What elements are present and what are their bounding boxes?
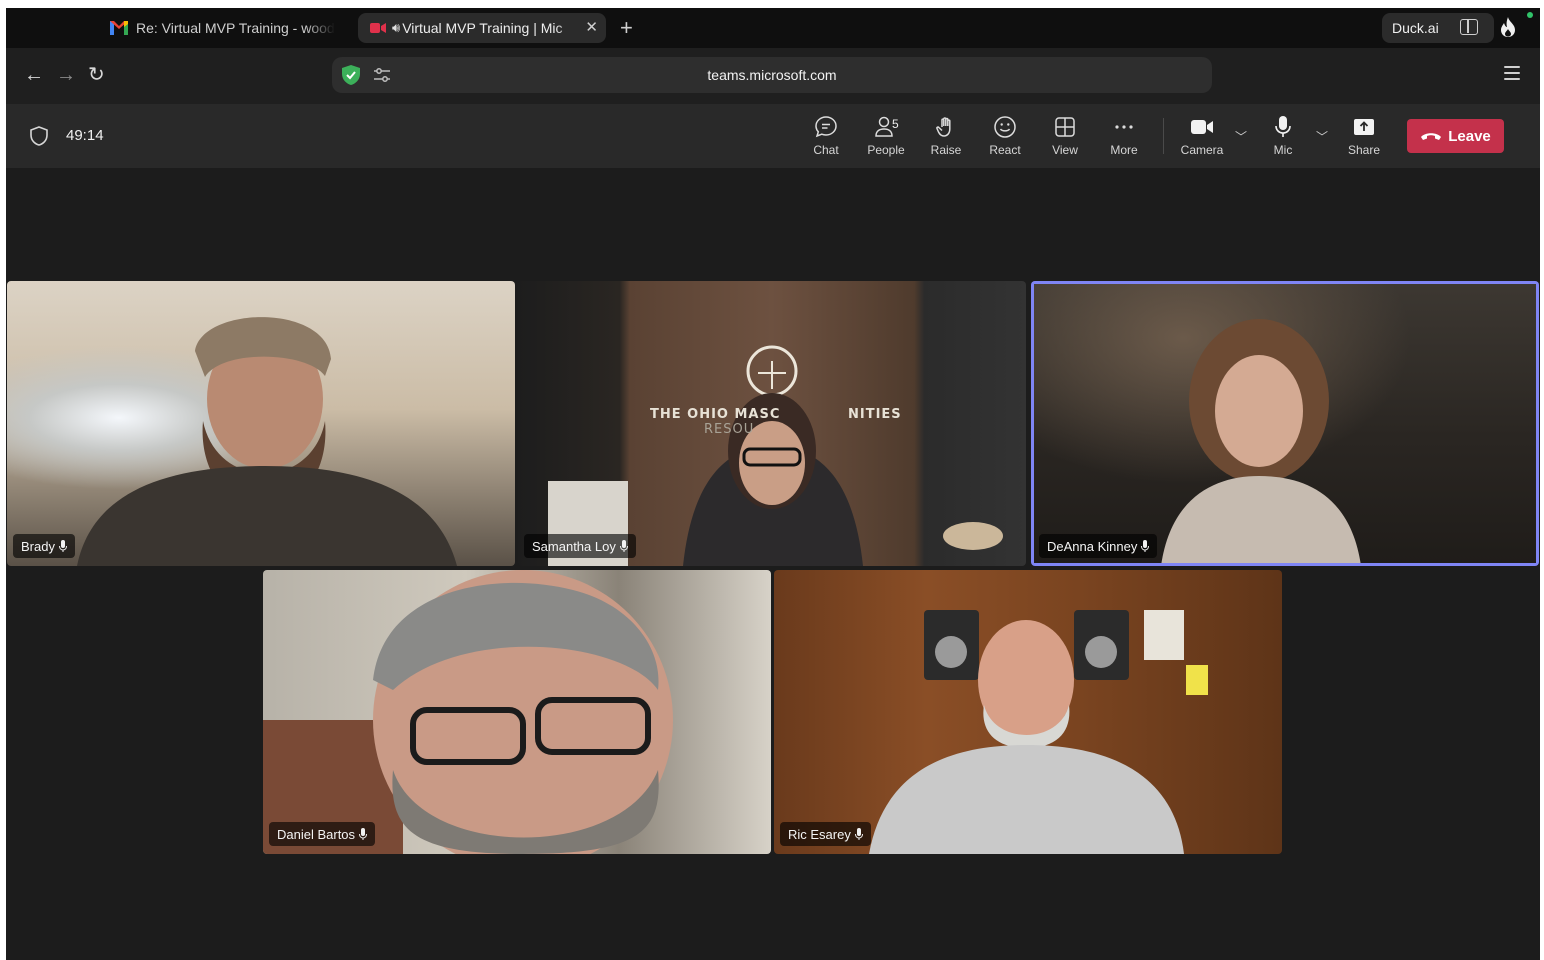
background-text: RESOU bbox=[704, 422, 755, 437]
chat-icon bbox=[815, 116, 837, 138]
participant-silhouette bbox=[77, 317, 457, 566]
address-bar[interactable]: teams.microsoft.com bbox=[332, 57, 1212, 93]
leave-button[interactable]: Leave bbox=[1407, 119, 1504, 153]
more-button[interactable]: More bbox=[1094, 115, 1154, 157]
url-text: teams.microsoft.com bbox=[707, 67, 837, 83]
people-count-badge: 5 bbox=[892, 117, 899, 131]
raise-label: Raise bbox=[930, 143, 962, 157]
react-label: React bbox=[989, 143, 1021, 157]
camera-options-chevron-icon[interactable]: ﹀ bbox=[1235, 128, 1247, 145]
raise-hand-icon bbox=[936, 117, 951, 137]
tab-gmail[interactable]: Re: Virtual MVP Training - wood bbox=[110, 13, 346, 43]
forward-arrow-icon[interactable]: → bbox=[56, 64, 76, 86]
tab-title: Re: Virtual MVP Training - wood bbox=[136, 20, 335, 36]
participant-tile-ric-esarey[interactable]: Ric Esarey bbox=[774, 570, 1282, 854]
status-dot bbox=[1527, 12, 1533, 18]
microphone-icon bbox=[1275, 116, 1291, 137]
video-camera-icon bbox=[370, 23, 386, 33]
participant-name: DeAnna Kinney bbox=[1047, 538, 1138, 554]
fire-icon[interactable] bbox=[1500, 17, 1516, 37]
back-arrow-icon[interactable]: ← bbox=[24, 64, 44, 86]
tab-strip: Re: Virtual MVP Training - wood 🔊︎ Virtu… bbox=[6, 8, 1540, 48]
share-button[interactable]: Share bbox=[1334, 115, 1394, 157]
gmail-icon bbox=[110, 21, 128, 35]
participant-name-tag: Samantha Loy bbox=[524, 534, 636, 558]
meeting-toolbar: 49:14 Chat 5 People Raise React View Mor… bbox=[6, 104, 1540, 168]
participant-name: Samantha Loy bbox=[532, 538, 616, 554]
camera-label: Camera bbox=[1180, 143, 1224, 157]
people-button[interactable]: 5 People bbox=[856, 115, 916, 157]
people-label: People bbox=[867, 143, 905, 157]
navigation-bar: ← → ↻ teams.microsoft.com bbox=[6, 48, 1540, 104]
phone-hangup-icon bbox=[1421, 133, 1442, 140]
microphone-icon bbox=[854, 828, 863, 840]
duck-ai-label: Duck.ai bbox=[1392, 20, 1439, 36]
tab-teams-meeting[interactable]: 🔊︎ Virtual MVP Training | Mic ✕ bbox=[358, 13, 606, 43]
reload-icon[interactable]: ↻ bbox=[88, 64, 105, 86]
shield-icon[interactable] bbox=[30, 126, 48, 146]
more-dots-icon bbox=[1115, 125, 1133, 129]
new-tab-button[interactable]: + bbox=[620, 15, 633, 41]
mic-options-chevron-icon[interactable]: ﹀ bbox=[1316, 128, 1328, 145]
meeting-timer: 49:14 bbox=[66, 127, 104, 144]
mic-label: Mic bbox=[1273, 143, 1293, 157]
sidebar-toggle-icon[interactable] bbox=[1460, 19, 1478, 35]
participant-tile-deanna-kinney[interactable]: DeAnna Kinney bbox=[1031, 281, 1539, 566]
toolbar-divider bbox=[1163, 118, 1164, 154]
microphone-icon bbox=[58, 540, 67, 552]
share-label: Share bbox=[1347, 143, 1381, 157]
participant-name-tag: Ric Esarey bbox=[780, 822, 871, 846]
chat-button[interactable]: Chat bbox=[796, 115, 856, 157]
participant-tile-brady[interactable]: Brady bbox=[7, 281, 515, 566]
camera-button[interactable]: Camera bbox=[1172, 115, 1232, 157]
participant-name: Daniel Bartos bbox=[277, 826, 356, 842]
participant-name: Ric Esarey bbox=[788, 826, 851, 842]
close-tab-icon[interactable]: ✕ bbox=[585, 18, 598, 36]
react-button[interactable]: React bbox=[975, 115, 1035, 157]
microphone-icon bbox=[1141, 540, 1150, 552]
browser-window: Re: Virtual MVP Training - wood 🔊︎ Virtu… bbox=[6, 8, 1540, 960]
audio-playing-icon: 🔊︎ bbox=[392, 20, 401, 35]
raise-hand-button[interactable]: Raise bbox=[916, 115, 976, 157]
view-button[interactable]: View bbox=[1035, 115, 1095, 157]
leave-label: Leave bbox=[1448, 127, 1491, 145]
grid-view-icon bbox=[1055, 117, 1075, 137]
microphone-icon bbox=[359, 828, 368, 840]
tab-title: Virtual MVP Training | Mic bbox=[402, 20, 563, 36]
share-screen-icon bbox=[1354, 119, 1374, 135]
participant-name-tag: DeAnna Kinney bbox=[1039, 534, 1158, 558]
background-text: THE OHIO MASC bbox=[650, 407, 781, 422]
participant-tile-daniel-bartos[interactable]: Daniel Bartos bbox=[263, 570, 771, 854]
active-speaker-border bbox=[1031, 281, 1539, 566]
view-label: View bbox=[1052, 143, 1078, 157]
participant-tile-samantha-loy[interactable]: THE OHIO MASC NITIES RESOU Samantha Loy bbox=[518, 281, 1026, 566]
more-label: More bbox=[1110, 143, 1138, 157]
mic-button[interactable]: Mic bbox=[1253, 115, 1313, 157]
video-camera-icon bbox=[1191, 120, 1213, 134]
participant-name-tag: Daniel Bartos bbox=[269, 822, 376, 846]
chat-label: Chat bbox=[813, 143, 839, 157]
smiley-icon bbox=[994, 116, 1016, 138]
participant-silhouette bbox=[869, 610, 1208, 854]
participant-name: Brady bbox=[21, 538, 55, 554]
background-text: NITIES bbox=[848, 407, 902, 422]
participant-silhouette bbox=[263, 570, 673, 854]
participant-silhouette bbox=[548, 345, 1003, 566]
microphone-icon bbox=[619, 540, 628, 552]
hamburger-menu-icon[interactable] bbox=[1504, 66, 1520, 84]
video-stage: Brady THE OHIO MASC NITIES RESOU Samanth… bbox=[6, 168, 1540, 960]
participant-name-tag: Brady bbox=[13, 534, 75, 558]
